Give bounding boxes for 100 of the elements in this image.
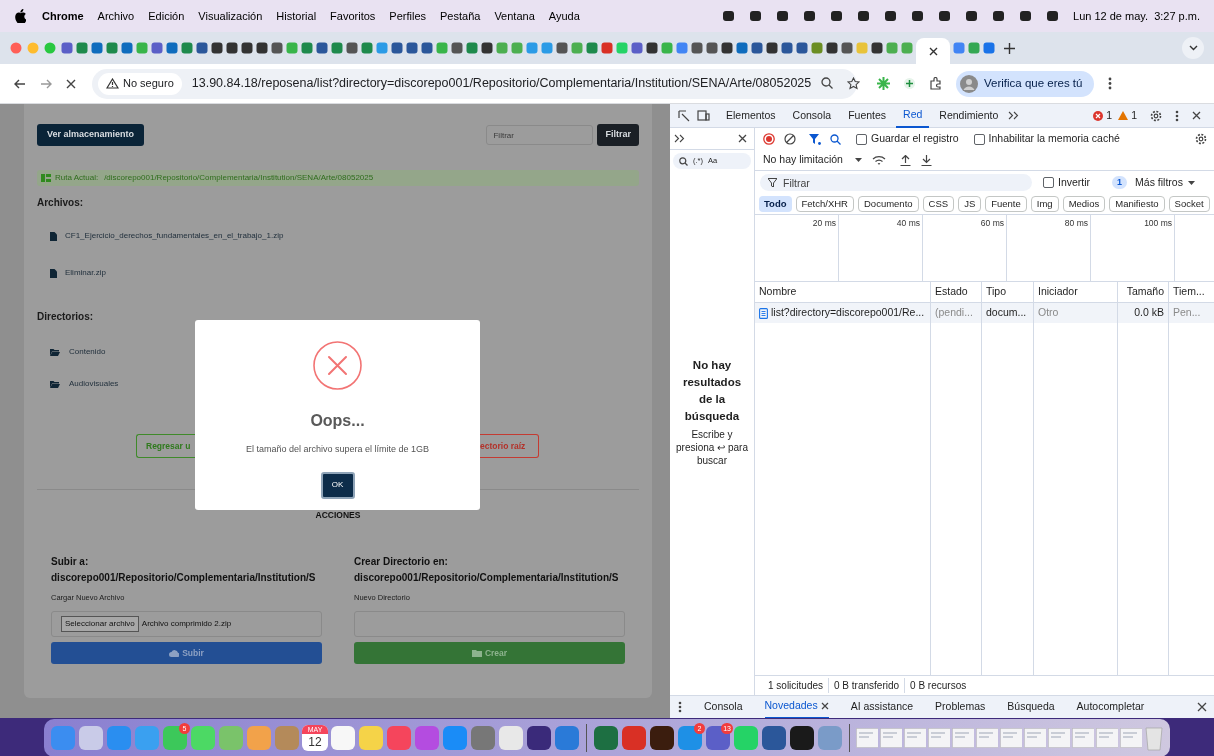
type-filter-chip[interactable]: JS bbox=[958, 196, 982, 212]
window-thumbnail-icon[interactable] bbox=[856, 728, 878, 748]
tab-favicon-icon[interactable] bbox=[196, 42, 208, 54]
filter-icon[interactable] bbox=[809, 133, 821, 145]
panel-tab[interactable]: Consola bbox=[785, 103, 839, 128]
clear-icon[interactable] bbox=[784, 133, 796, 145]
tab-favicon-icon[interactable] bbox=[826, 42, 838, 54]
column-header[interactable]: Tamaño bbox=[1118, 282, 1169, 302]
record-icon[interactable] bbox=[763, 133, 775, 145]
panel-tab[interactable]: Fuentes bbox=[841, 103, 894, 128]
menu-item[interactable]: Perfiles bbox=[389, 7, 426, 25]
tab-favicon-icon[interactable] bbox=[346, 42, 358, 54]
tab-favicon-icon[interactable] bbox=[271, 42, 283, 54]
menu-item[interactable]: Pestaña bbox=[440, 7, 481, 25]
tab-favicon-icon[interactable] bbox=[841, 42, 853, 54]
tab-favicon-icon[interactable] bbox=[121, 42, 133, 54]
filter-button[interactable]: Filtrar bbox=[597, 124, 639, 146]
more-vertical-icon[interactable] bbox=[1175, 109, 1179, 122]
panel-tab[interactable]: Rendimiento bbox=[932, 103, 1006, 128]
window-thumbnail-icon[interactable] bbox=[976, 728, 998, 748]
drawer-tab[interactable]: AI assistance bbox=[850, 695, 914, 719]
close-icon[interactable] bbox=[66, 78, 76, 89]
column-header[interactable]: Tipo bbox=[982, 282, 1034, 302]
new-tab-icon[interactable] bbox=[1004, 42, 1015, 54]
window-thumbnail-icon[interactable] bbox=[928, 728, 950, 748]
upload-icon[interactable] bbox=[899, 154, 911, 166]
download-icon[interactable] bbox=[920, 154, 932, 166]
drawer-tab[interactable]: Problemas bbox=[935, 695, 986, 719]
type-filter-chip[interactable]: Img bbox=[1030, 196, 1059, 212]
column-header[interactable]: Nombre bbox=[755, 282, 931, 302]
chevron-right-icon[interactable] bbox=[1008, 111, 1020, 120]
window-control-icon[interactable] bbox=[10, 42, 22, 54]
warning-count[interactable]: 1 bbox=[1131, 107, 1137, 124]
error-count[interactable]: 1 bbox=[1106, 107, 1113, 124]
window-thumbnail-icon[interactable] bbox=[1024, 728, 1046, 748]
tab-favicon-icon[interactable] bbox=[691, 42, 703, 54]
back-arrow-icon[interactable] bbox=[14, 78, 26, 89]
tab-favicon-icon[interactable] bbox=[706, 42, 718, 54]
app-icon[interactable] bbox=[526, 725, 552, 751]
more-vertical-icon[interactable] bbox=[678, 701, 682, 713]
window-thumbnail-icon[interactable] bbox=[1096, 728, 1118, 748]
tab-favicon-icon[interactable] bbox=[211, 42, 223, 54]
window-thumbnail-icon[interactable] bbox=[952, 728, 974, 748]
window-thumbnail-icon[interactable] bbox=[1000, 728, 1022, 748]
tab-favicon-icon[interactable] bbox=[226, 42, 238, 54]
tab-favicon-icon[interactable] bbox=[391, 42, 403, 54]
security-chip[interactable]: No seguro bbox=[98, 72, 182, 95]
tab-favicon-icon[interactable] bbox=[316, 42, 328, 54]
plus-icon[interactable] bbox=[904, 78, 915, 89]
tab-favicon-icon[interactable] bbox=[61, 42, 73, 54]
column-header[interactable]: Iniciador bbox=[1034, 282, 1118, 302]
tab-favicon-icon[interactable] bbox=[631, 42, 643, 54]
extension-icon[interactable] bbox=[877, 77, 890, 90]
checkbox[interactable] bbox=[973, 133, 985, 145]
storage-button[interactable]: Ver almacenamiento bbox=[37, 124, 145, 146]
tab-favicon-icon[interactable] bbox=[151, 42, 163, 54]
app-icon[interactable] bbox=[789, 725, 815, 751]
close-icon[interactable] bbox=[1197, 702, 1207, 712]
error-icon[interactable] bbox=[1093, 110, 1104, 121]
chevron-right-icon[interactable] bbox=[674, 134, 685, 143]
menu-item[interactable]: Edición bbox=[148, 7, 185, 25]
app-icon[interactable] bbox=[649, 725, 675, 751]
profile-button[interactable]: Verifica que eres tú bbox=[956, 70, 1095, 97]
tab-favicon-icon[interactable] bbox=[736, 42, 748, 54]
menu-item[interactable]: Favoritos bbox=[330, 7, 376, 25]
tab-favicon-icon[interactable] bbox=[751, 42, 763, 54]
close-icon[interactable] bbox=[738, 134, 747, 143]
menu-item[interactable]: Chrome bbox=[42, 7, 84, 25]
tab-favicon-icon[interactable] bbox=[406, 42, 418, 54]
panel-tab[interactable]: Red bbox=[896, 103, 930, 128]
drawer-tab[interactable]: Consola bbox=[704, 695, 743, 719]
window-thumbnail-icon[interactable] bbox=[904, 728, 926, 748]
forward-arrow-icon[interactable] bbox=[40, 78, 52, 89]
tab-favicon-icon[interactable] bbox=[241, 42, 253, 54]
file-input[interactable]: Seleccionar archivo Archivo comprimido 2.zip bbox=[51, 611, 322, 637]
panel-tab[interactable]: Elementos bbox=[719, 103, 783, 128]
choose-file-button[interactable]: Seleccionar archivo bbox=[61, 616, 139, 632]
menu-item[interactable]: Historial bbox=[276, 7, 317, 25]
request-row[interactable]: list?directory=discorepo001/Re... (pendi... docum... Otro 0.0 kB Pen... bbox=[755, 303, 1214, 323]
menu-item[interactable]: Ayuda bbox=[548, 7, 580, 25]
puzzle-icon[interactable] bbox=[929, 77, 942, 90]
folder-link[interactable]: Contenido bbox=[69, 346, 106, 358]
close-icon[interactable] bbox=[1192, 111, 1201, 120]
tab-favicon-icon[interactable] bbox=[721, 42, 733, 54]
wifi-settings-icon[interactable] bbox=[871, 154, 886, 166]
window-thumbnail-icon[interactable] bbox=[1120, 728, 1142, 748]
settings-icon[interactable] bbox=[1195, 133, 1207, 145]
throttling-dropdown[interactable]: No hay limitación bbox=[763, 152, 862, 168]
tab-favicon-icon[interactable] bbox=[451, 42, 463, 54]
checkbox-label[interactable]: Guardar el registro bbox=[871, 131, 959, 147]
tab-favicon-icon[interactable] bbox=[91, 42, 103, 54]
type-filter-chip[interactable]: Manifiesto bbox=[1109, 196, 1165, 212]
tab-favicon-icon[interactable] bbox=[796, 42, 808, 54]
window-thumbnail-icon[interactable] bbox=[880, 728, 902, 748]
type-filter-chip[interactable]: Fetch/XHR bbox=[795, 196, 854, 212]
tab-favicon-icon[interactable] bbox=[781, 42, 793, 54]
drawer-tab[interactable]: Búsqueda bbox=[1007, 695, 1055, 719]
file-link[interactable]: Eliminar.zip bbox=[65, 267, 106, 279]
ok-button[interactable]: OK bbox=[320, 471, 355, 499]
inspect-icon[interactable] bbox=[678, 109, 690, 122]
